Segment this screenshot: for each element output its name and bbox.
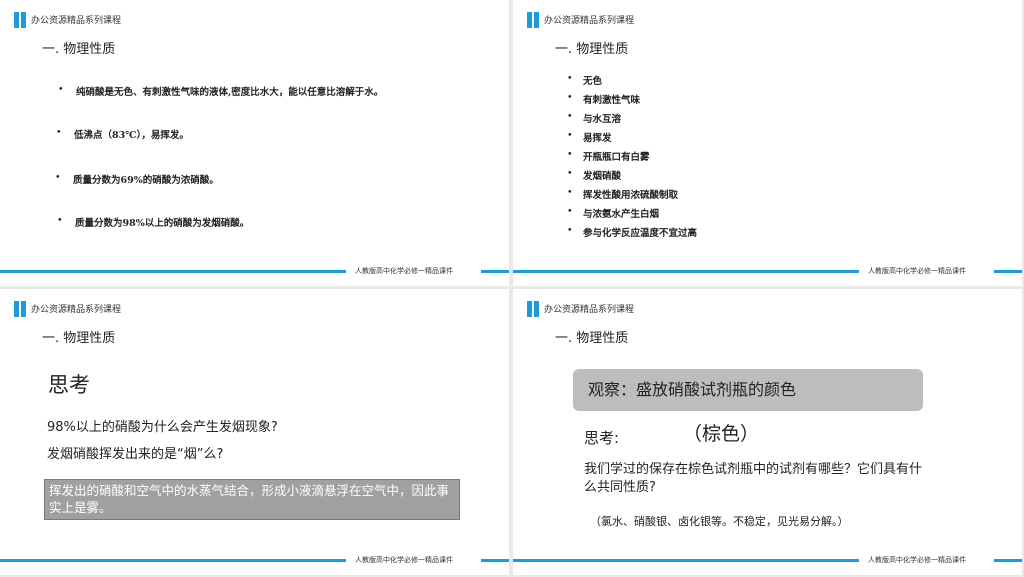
footer-label: 人教版高中化学必修一精品课件 [868,556,966,564]
slide-4[interactable]: 办公资源精品系列课程 一. 物理性质 观察：盛放硝酸试剂瓶的颜色 思考: （棕色… [513,289,1022,575]
bullet-dot-icon: • [567,187,573,198]
list-item: • 开瓶瓶口有白雾 [567,149,697,168]
list-item: • 与浓氨水产生白烟 [567,206,697,225]
list-item-text: 与浓氨水产生白烟 [583,209,660,220]
slide-heading: 一. 物理性质 [42,42,116,57]
question-text: 我们学过的保存在棕色试剂瓶中的试剂有哪些？它们具有什么共同性质? [584,462,923,495]
answer-box: 挥发出的硝酸和空气中的水蒸气结合，形成小液滴悬浮在空气中，因此事实上是雾。 [44,479,460,520]
list-item-text: 有刺激性气味 [583,95,641,106]
list-item-text: 易挥发 [583,133,612,144]
list-item: • 与水互溶 [567,111,697,130]
property-list: • 无色 • 有刺激性气味 • 与水互溶 • 易挥发 • 开瓶瓶口有白雾 • 发烟硝酸 • 挥… [567,73,698,244]
slide-heading: 一. 物理性质 [555,42,629,57]
bullet-dot-icon: • [58,84,64,95]
list-item-text: 发烟硝酸 [583,171,622,182]
brown-answer: （棕色） [683,423,760,445]
bullet-dot-icon: • [567,206,573,217]
brand-logo-icon [14,301,26,317]
list-item: • 挥发性酸用浓硫酸制取 [567,187,697,206]
list-item-text: 与水互溶 [583,114,622,125]
bullet-dot-icon: • [567,92,573,103]
brand-label: 办公资源精品系列课程 [544,16,635,26]
bullet-dot-icon: • [567,130,573,141]
bullet-dot-icon: • [567,225,573,236]
footer-divider [481,559,509,562]
list-item-text: 挥发性酸用浓硫酸制取 [583,190,679,201]
bullet-text: 纯硝酸是无色、有刺激性气味的液体,密度比水大，能以任意比溶解于水。 [76,87,384,98]
bullet-dot-icon: • [57,215,63,226]
bullet-item: • 质量分数为69%的硝酸为浓硝酸。 [55,172,219,186]
slide-heading: 一. 物理性质 [555,331,629,346]
bullet-dot-icon: • [567,168,573,179]
think-title: 思考 [48,373,90,397]
bullet-dot-icon: • [56,127,62,138]
brand-label: 办公资源精品系列课程 [544,305,635,315]
footer-divider [513,270,859,273]
slide-1[interactable]: 办公资源精品系列课程 一. 物理性质 • 纯硝酸是无色、有刺激性气味的液体,密度… [0,0,509,286]
footer-label: 人教版高中化学必修一精品课件 [355,267,453,275]
list-item-text: 开瓶瓶口有白雾 [583,152,650,163]
bullet-text: 质量分数为98%以上的硝酸为发烟硝酸。 [75,218,250,229]
list-item: • 参与化学反应温度不宜过高 [567,225,698,244]
bullet-dot-icon: • [567,73,573,84]
footer-divider [513,559,859,562]
footer-label: 人教版高中化学必修一精品课件 [355,556,453,564]
footer-divider [994,559,1022,562]
brand-label: 办公资源精品系列课程 [31,16,122,26]
brand-logo-icon [527,12,539,28]
footer-divider [0,559,346,562]
list-item-text: 无色 [583,76,603,87]
question-2: 发烟硝酸挥发出来的是“烟”么? [47,447,224,462]
brand-logo-icon [527,301,539,317]
brand-label: 办公资源精品系列课程 [31,305,122,315]
bullet-item: • 低沸点（83℃），易挥发。 [56,127,189,141]
footer-divider [0,270,346,273]
slide-heading: 一. 物理性质 [42,331,116,346]
brand-logo-icon [14,12,26,28]
observe-box: 观察：盛放硝酸试剂瓶的颜色 [573,369,923,411]
bullet-dot-icon: • [567,111,573,122]
bullet-text: 质量分数为69%的硝酸为浓硝酸。 [73,175,219,186]
list-item: • 有刺激性气味 [567,92,697,111]
bullet-item: • 纯硝酸是无色、有刺激性气味的液体,密度比水大，能以任意比溶解于水。 [58,84,384,98]
list-item: • 发烟硝酸 [567,168,697,187]
footer-divider [994,270,1022,273]
list-item: • 无色 [567,73,697,92]
bullet-item: • 质量分数为98%以上的硝酸为发烟硝酸。 [57,215,250,229]
answer-text: （氯水、硝酸银、卤化银等。不稳定，见光易分解。） [590,515,849,528]
footer-divider [481,270,509,273]
think-label: 思考: [584,429,620,447]
slide-3[interactable]: 办公资源精品系列课程 一. 物理性质 思考 98%以上的硝酸为什么会产生发烟现象… [0,289,509,575]
footer-label: 人教版高中化学必修一精品课件 [868,267,966,275]
list-item-text: 参与化学反应温度不宜过高 [583,228,698,239]
question-1: 98%以上的硝酸为什么会产生发烟现象? [47,420,278,435]
slide-2[interactable]: 办公资源精品系列课程 一. 物理性质 • 无色 • 有刺激性气味 • 与水互溶 • 易挥… [513,0,1022,286]
bullet-dot-icon: • [567,149,573,160]
bullet-text: 低沸点（83℃），易挥发。 [74,130,189,141]
bullet-dot-icon: • [55,172,61,183]
list-item: • 易挥发 [567,130,697,149]
